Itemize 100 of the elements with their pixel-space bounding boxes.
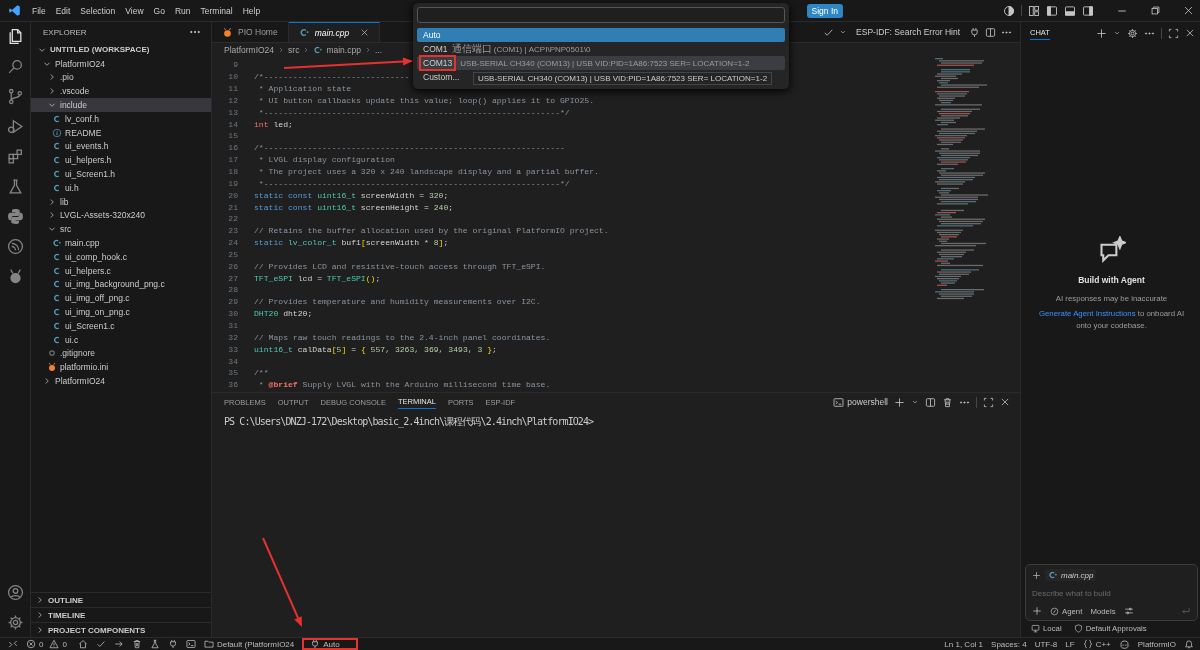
status-item[interactable]: UTF-8 [1034, 639, 1058, 649]
tree-item[interactable]: LVGL-Assets-320x240 [31, 208, 211, 223]
menu-item[interactable]: Go [148, 5, 170, 16]
tree-item[interactable]: lib [31, 194, 211, 209]
status-item[interactable]: PlatformIO [1137, 639, 1176, 649]
sign-in-button[interactable]: Sign In [806, 3, 843, 18]
breadcrumb-item[interactable]: PlatformIO24 [224, 45, 275, 55]
breadcrumb-item[interactable]: main.cpp [313, 45, 361, 55]
tree-item[interactable]: PlatformIO24 [31, 374, 211, 388]
trash-icon[interactable] [131, 639, 142, 649]
robot-icon[interactable] [1118, 638, 1130, 650]
tree-item[interactable]: README [31, 125, 211, 140]
tree-item[interactable]: ui_Screen1.c [31, 318, 211, 333]
status-item[interactable]: C++ [1082, 639, 1111, 649]
breadcrumb-item[interactable]: src [288, 45, 300, 55]
flask-icon[interactable] [6, 178, 24, 195]
extensions-icon[interactable] [6, 148, 24, 165]
tree-item[interactable]: ui.h [31, 180, 211, 195]
status-item[interactable]: Ln 1, Col 1 [944, 639, 984, 649]
menu-item[interactable]: Run [169, 5, 196, 16]
settings-icon[interactable] [1127, 27, 1138, 39]
trash-icon[interactable] [942, 396, 953, 408]
home-icon[interactable] [77, 639, 88, 649]
quick-pick-item[interactable]: COM13 USB-SERIAL CH340 (COM13) | USB VID:PID=1A86:7523 SER= LOCATION=1-2 [417, 56, 785, 70]
terminal-dropdown[interactable]: powershell [833, 396, 888, 408]
tree-item[interactable]: src [31, 222, 211, 237]
run-debug-icon[interactable] [6, 118, 24, 135]
status-item[interactable]: Spaces: 4 [991, 639, 1027, 649]
tree-item[interactable]: .vscode [31, 84, 211, 99]
breadcrumb-item[interactable]: ... [374, 45, 382, 55]
sidebar-right-icon[interactable] [1082, 4, 1094, 17]
half-circle-icon[interactable] [1003, 4, 1015, 17]
panel-icon[interactable] [1064, 4, 1076, 17]
tree-item[interactable]: ui_Screen1.h [31, 167, 211, 181]
quick-pick-item[interactable]: Auto [417, 28, 785, 42]
python-icon[interactable] [6, 208, 24, 225]
bell-icon[interactable] [1184, 639, 1194, 649]
tree-item[interactable]: ui_comp_hook.c [31, 249, 211, 264]
chevron-down-icon[interactable] [911, 398, 919, 406]
section-header[interactable]: TIMELINE [31, 607, 211, 622]
search-icon[interactable] [6, 58, 24, 75]
editor-tab[interactable]: PIO Home [212, 22, 289, 42]
chevron-down-icon[interactable] [1113, 29, 1121, 37]
tree-item[interactable]: UNTITLED (WORKSPACE) [31, 43, 211, 57]
quick-pick-input[interactable] [417, 7, 785, 23]
toolbar-button[interactable]: ESP-IDF: Search Error Hint [856, 27, 960, 37]
tree-item[interactable]: ui_img_background_png.c [31, 277, 211, 292]
arrow-right-icon[interactable] [113, 639, 124, 649]
menu-item[interactable]: Selection [75, 5, 121, 16]
status-item[interactable]: Default (PlatformIO24 [203, 639, 295, 649]
status-item[interactable]: Auto [302, 638, 358, 650]
tree-item[interactable]: ui_img_off_png.c [31, 291, 211, 306]
maximize-icon[interactable] [983, 396, 994, 408]
remote-icon[interactable] [8, 639, 18, 649]
flask-icon[interactable] [149, 639, 160, 649]
tree-item[interactable]: include [31, 98, 211, 112]
sidebar-left-icon[interactable] [1046, 4, 1058, 17]
menu-item[interactable]: Terminal [195, 5, 238, 16]
plug-icon[interactable] [167, 639, 178, 649]
settings-icon[interactable] [6, 614, 24, 631]
menu-item[interactable]: Edit [50, 5, 76, 16]
tree-item[interactable]: main.cpp [31, 236, 211, 250]
split-editor-icon[interactable] [985, 26, 996, 38]
add-context-icon[interactable] [1032, 570, 1041, 580]
menu-item[interactable]: Help [237, 5, 266, 16]
maximize-icon[interactable] [1168, 27, 1179, 39]
close-icon[interactable] [1185, 28, 1195, 38]
split-terminal-icon[interactable] [925, 396, 936, 408]
tree-item[interactable]: ui_helpers.h [31, 153, 211, 168]
menu-item[interactable]: View [120, 5, 149, 16]
plus-icon[interactable] [894, 396, 905, 408]
layout-icon[interactable] [1028, 4, 1040, 17]
chevron-down-icon[interactable] [839, 28, 848, 36]
tree-item[interactable]: ui_events.h [31, 139, 211, 154]
plus-icon[interactable] [1096, 27, 1107, 39]
sliders-icon[interactable] [1123, 606, 1134, 616]
tree-item[interactable]: platformio.ini [31, 360, 211, 375]
close-icon[interactable] [1183, 5, 1194, 16]
status-item[interactable]: LF [1065, 639, 1075, 649]
tree-item[interactable]: PlatformIO24 [31, 56, 211, 71]
plus-icon[interactable] [1032, 606, 1042, 616]
source-control-icon[interactable] [6, 88, 24, 105]
account-icon[interactable] [6, 584, 24, 601]
close-icon[interactable] [1000, 397, 1010, 407]
tree-item[interactable]: ui.c [31, 332, 211, 347]
plug-icon[interactable] [969, 26, 980, 38]
terminal-icon[interactable] [185, 639, 196, 649]
problems-status[interactable]: 0 0 [26, 639, 70, 649]
tree-item[interactable]: .pio [31, 70, 211, 85]
tree-item[interactable]: ui_img_on_png.c [31, 305, 211, 319]
tree-item[interactable]: lv_conf.h [31, 112, 211, 126]
restore-icon[interactable] [1150, 5, 1161, 16]
file-chip[interactable]: main.cpp [1045, 569, 1097, 581]
tree-item[interactable]: .gitignore [31, 346, 211, 361]
editor-tab[interactable]: main.cpp [288, 22, 381, 42]
quick-pick-item[interactable]: COM1 通信端口 (COM1) | ACPI\PNP0501\0 [417, 42, 785, 56]
signal-waves-icon[interactable] [6, 238, 24, 255]
tree-item[interactable]: ui_helpers.c [31, 263, 211, 278]
menu-item[interactable]: File [27, 5, 51, 16]
check-icon[interactable] [95, 639, 106, 649]
